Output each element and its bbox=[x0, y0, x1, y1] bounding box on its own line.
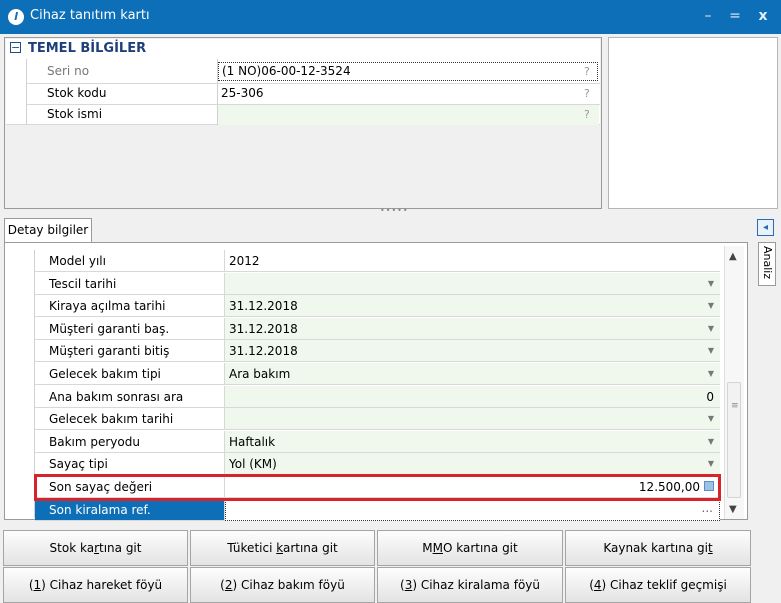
highlight-frame bbox=[34, 474, 721, 501]
chevron-down-icon[interactable]: ▼ bbox=[708, 431, 714, 453]
detail-value-text: 2012 bbox=[229, 254, 260, 268]
chevron-down-icon[interactable]: ▼ bbox=[708, 408, 714, 430]
detail-value[interactable]: 0 bbox=[225, 386, 720, 408]
detail-row[interactable]: Müşteri garanti bitiş 31.12.2018 ▼ bbox=[35, 340, 720, 362]
detail-number: 0 bbox=[706, 390, 714, 404]
detail-label: Bakım peryodu bbox=[35, 431, 225, 453]
stock-code-hint: ? bbox=[584, 87, 590, 100]
detail-label: Son kiralama ref. bbox=[35, 499, 225, 521]
serial-label: Seri no bbox=[47, 64, 90, 78]
group-title: TEMEL BİLGİLER bbox=[28, 41, 147, 56]
detail-value[interactable]: ▼ bbox=[225, 408, 720, 430]
analiz-label: Analiz bbox=[761, 246, 774, 280]
detail-value-text: 31.12.2018 bbox=[229, 322, 298, 336]
detail-value[interactable]: ... bbox=[225, 499, 720, 521]
scroll-thumb[interactable] bbox=[727, 382, 741, 498]
detail-value[interactable]: 31.12.2018 ▼ bbox=[225, 295, 720, 317]
stock-code-value[interactable]: 25-306 bbox=[218, 84, 598, 103]
movement-sheet-button[interactable]: (1) Cihaz hareket föyü bbox=[3, 567, 188, 603]
scroll-up-icon[interactable]: ▲ bbox=[729, 251, 737, 262]
detail-label: Ana bakım sonrası ara bakım bbox=[35, 386, 225, 426]
ellipsis-button[interactable]: ... bbox=[702, 500, 713, 516]
resource-card-button[interactable]: Kaynak kartına git bbox=[565, 530, 751, 566]
detail-value[interactable]: 31.12.2018 ▼ bbox=[225, 340, 720, 362]
rental-sheet-button[interactable]: (3) Cihaz kiralama föyü bbox=[377, 567, 563, 603]
chevron-down-icon[interactable]: ▼ bbox=[708, 363, 714, 385]
detail-value[interactable]: 31.12.2018 ▼ bbox=[225, 318, 720, 340]
detail-row[interactable]: Kiraya açılma tarihi 31.12.2018 ▼ bbox=[35, 295, 720, 317]
consumer-card-button[interactable]: Tüketici kartına git bbox=[190, 530, 375, 566]
detail-label: Kiraya açılma tarihi bbox=[35, 295, 225, 317]
tab-detay-bilgiler[interactable]: Detay bilgiler bbox=[4, 218, 92, 243]
scroll-down-icon[interactable]: ▼ bbox=[729, 504, 737, 515]
stock-name-value[interactable] bbox=[218, 105, 599, 125]
detail-row[interactable]: Model yılı 2012 bbox=[35, 250, 720, 272]
splitter-handle[interactable]: ••••• bbox=[380, 207, 408, 215]
detail-row[interactable]: Tescil tarihi ▼ bbox=[35, 273, 720, 295]
window-title: Cihaz tanıtım kartı bbox=[30, 8, 150, 23]
serial-hint: ? bbox=[584, 65, 590, 78]
chevron-down-icon[interactable]: ▼ bbox=[708, 295, 714, 317]
detail-value[interactable]: 2012 bbox=[225, 250, 720, 272]
detail-label: Gelecek bakım tarihi bbox=[35, 408, 225, 430]
detail-label: Müşteri garanti baş. bbox=[35, 318, 225, 340]
detail-value[interactable]: Haftalık ▼ bbox=[225, 431, 720, 453]
preview-panel bbox=[608, 37, 778, 209]
detail-label: Müşteri garanti bitiş bbox=[35, 340, 225, 362]
maintenance-sheet-button[interactable]: (2) Cihaz bakım föyü bbox=[190, 567, 375, 603]
detail-value[interactable]: ▼ bbox=[225, 273, 720, 295]
detail-value-text: 31.12.2018 bbox=[229, 299, 298, 313]
detail-row[interactable]: Ana bakım sonrası ara bakım 0 bbox=[35, 386, 720, 426]
detail-label: Gelecek bakım tipi bbox=[35, 363, 225, 385]
stock-card-button[interactable]: Stok kartına git bbox=[3, 530, 188, 566]
detail-row[interactable]: Sayaç tipi Yol (KM) ▼ bbox=[35, 453, 720, 475]
chevron-down-icon[interactable]: ▼ bbox=[708, 340, 714, 362]
detail-label: Sayaç tipi bbox=[35, 453, 225, 475]
detail-value[interactable]: Ara bakım ▼ bbox=[225, 363, 720, 385]
stock-name-hint: ? bbox=[584, 108, 590, 121]
detail-value[interactable]: Yol (KM) ▼ bbox=[225, 453, 720, 475]
serial-value[interactable]: (1 NO)06-00-12-3524 bbox=[218, 62, 598, 81]
app-logo-icon: l bbox=[8, 9, 24, 25]
maximize-button[interactable]: = bbox=[724, 6, 746, 26]
chevron-down-icon[interactable]: ▼ bbox=[708, 318, 714, 340]
detail-row[interactable]: Müşteri garanti baş. 31.12.2018 ▼ bbox=[35, 318, 720, 340]
detail-value-text: 31.12.2018 bbox=[229, 344, 298, 358]
close-button[interactable]: x bbox=[752, 6, 774, 26]
detail-label: Model yılı bbox=[35, 250, 225, 272]
detail-row[interactable]: Son kiralama ref.... bbox=[35, 499, 720, 521]
detail-row[interactable]: Gelecek bakım tarihi ▼ bbox=[35, 408, 720, 430]
collapse-icon[interactable]: − bbox=[10, 42, 21, 53]
minimize-button[interactable]: – bbox=[697, 6, 719, 26]
detail-value-text: Ara bakım bbox=[229, 367, 291, 381]
scroll-grip-icon: ≡ bbox=[731, 401, 739, 411]
stock-code-label: Stok kodu bbox=[47, 86, 107, 100]
detail-row[interactable]: Gelecek bakım tipi Ara bakım ▼ bbox=[35, 363, 720, 385]
chevron-down-icon[interactable]: ▼ bbox=[708, 273, 714, 295]
detail-value-text: Haftalık bbox=[229, 435, 276, 449]
chevron-down-icon[interactable]: ▼ bbox=[708, 453, 714, 475]
quote-history-button[interactable]: (4) Cihaz teklif geçmişi bbox=[565, 567, 751, 603]
detail-value-text: Yol (KM) bbox=[229, 457, 277, 471]
detail-row[interactable]: Bakım peryodu Haftalık ▼ bbox=[35, 431, 720, 453]
pin-panel-icon[interactable]: ◂ bbox=[757, 219, 774, 236]
mmo-card-button[interactable]: MMO kartına git bbox=[377, 530, 563, 566]
detail-label: Tescil tarihi bbox=[35, 273, 225, 295]
stock-name-label: Stok ismi bbox=[47, 107, 103, 121]
